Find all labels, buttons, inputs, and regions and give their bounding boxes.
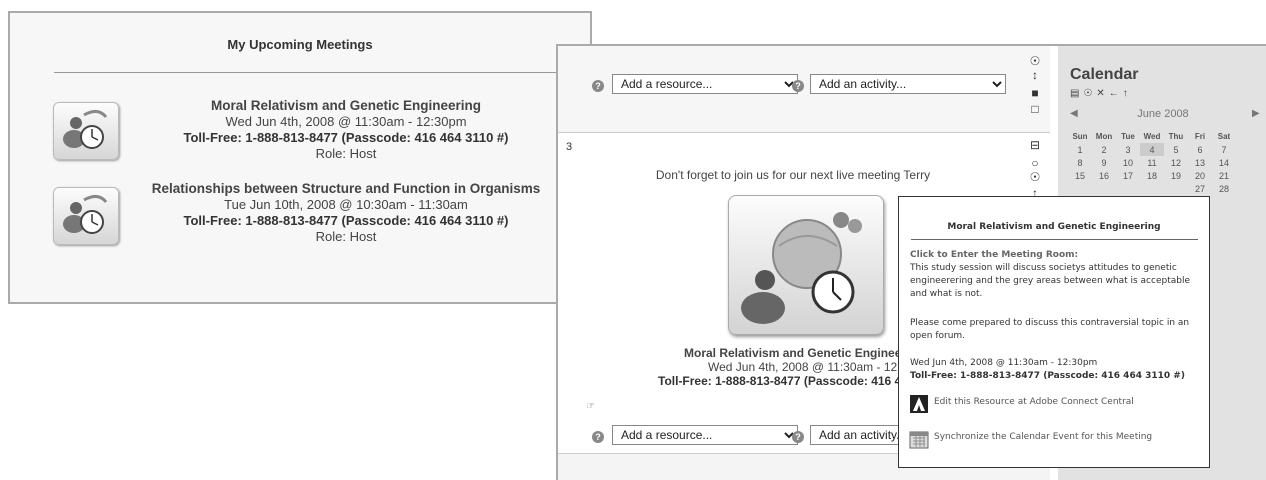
meeting-title[interactable]: Moral Relativism and Genetic Enginee xyxy=(684,346,901,360)
weekday: Tue xyxy=(1121,132,1135,141)
section-number: 3 xyxy=(566,141,573,153)
weekday: Sat xyxy=(1217,132,1231,141)
calendar-edit-icons[interactable]: ▤☉✕←↑ xyxy=(1070,88,1132,99)
section-reminder: Don't forget to join us for our next liv… xyxy=(655,168,931,182)
meeting-large-icon[interactable] xyxy=(728,195,884,335)
enter-meeting-link[interactable]: Click to Enter the Meeting Room: xyxy=(910,249,1206,262)
meeting-item[interactable]: Moral Relativism and Genetic Engineering… xyxy=(10,98,594,168)
calendar-day[interactable]: 10 xyxy=(1116,156,1140,169)
meeting-tooltip: Moral Relativism and Genetic Engineering… xyxy=(898,196,1210,468)
week-row: 15 16 17 18 19 20 21 xyxy=(1068,169,1236,182)
week-row: 8 9 10 11 12 13 14 xyxy=(1068,156,1236,169)
calendar-day[interactable]: 12 xyxy=(1164,156,1188,169)
meeting-clock-icon xyxy=(63,195,108,234)
meeting-datetime: Wed Jun 4th, 2008 @ 11:30am - 12:30pm xyxy=(225,114,467,129)
panel-title: My Upcoming Meetings xyxy=(227,37,373,52)
week-row: 1 2 3 4 5 6 7 xyxy=(1068,143,1236,156)
lock-icon[interactable]: ■ xyxy=(1028,86,1042,100)
calendar-day[interactable]: 15 xyxy=(1068,169,1092,182)
meeting-role: Role: Host xyxy=(315,146,377,161)
weekday: Wed xyxy=(1143,132,1161,141)
move-updown-icon[interactable]: ↕ xyxy=(1028,68,1042,82)
collapse-icon[interactable]: ⊟ xyxy=(1028,138,1042,152)
tooltip-datetime: Wed Jun 4th, 2008 @ 11:30am - 12:30pm xyxy=(910,358,1098,368)
week-row: 27 28 xyxy=(1068,182,1236,195)
meeting-info: Moral Relativism and Genetic Engineering… xyxy=(138,98,554,162)
calendar-day[interactable]: 17 xyxy=(1116,169,1140,182)
meeting-phone: Toll-Free: 1-888-813-8477 (Passcode: 416… xyxy=(183,213,509,228)
upcoming-meetings-panel: My Upcoming Meetings Moral Relativism an… xyxy=(8,11,592,304)
calendar-day[interactable]: 16 xyxy=(1092,169,1116,182)
calendar-day[interactable]: 3 xyxy=(1116,143,1140,156)
divider xyxy=(911,239,1198,240)
meeting-item[interactable]: Relationships between Structure and Func… xyxy=(10,181,594,251)
calendar-grid: Sun Mon Tue Wed Thu Fri Sat 1 2 3 4 5 6 … xyxy=(1068,130,1236,195)
tooltip-phone: Toll-Free: 1-888-813-8477 (Passcode: 416… xyxy=(910,371,1185,381)
calendar-day[interactable]: 5 xyxy=(1164,143,1188,156)
meeting-title[interactable]: Relationships between Structure and Func… xyxy=(138,181,554,197)
sync-calendar-link[interactable]: Synchronize the Calendar Event for this … xyxy=(934,432,1152,442)
calendar-day[interactable] xyxy=(1092,182,1116,195)
calendar-day[interactable] xyxy=(1164,182,1188,195)
calendar-day[interactable] xyxy=(1116,182,1140,195)
add-resource-select[interactable]: Add a resource... xyxy=(612,425,798,445)
eye-icon[interactable]: ☉ xyxy=(1028,54,1042,68)
meeting-info: Relationships between Structure and Func… xyxy=(138,181,554,245)
calendar-day[interactable]: 27 xyxy=(1188,182,1212,195)
calendar-day[interactable]: 1 xyxy=(1068,143,1092,156)
calendar-day[interactable]: 13 xyxy=(1188,156,1212,169)
calendar-day[interactable]: 6 xyxy=(1188,143,1212,156)
move-icon[interactable]: ☞ xyxy=(586,401,595,412)
meeting-datetime: Wed Jun 4th, 2008 @ 11:30am - 12:30 xyxy=(708,360,914,374)
calendar-day[interactable]: 14 xyxy=(1212,156,1236,169)
calendar-title: Calendar xyxy=(1070,66,1139,83)
adobe-icon[interactable] xyxy=(910,395,928,413)
meeting-clock-icon xyxy=(63,110,108,149)
calendar-day[interactable]: 18 xyxy=(1140,169,1164,182)
calendar-day[interactable]: 19 xyxy=(1164,169,1188,182)
help-icon[interactable]: ? xyxy=(592,80,604,92)
meeting-phone: Toll-Free: 1-888-813-8477 (Passcode: 416… xyxy=(658,374,908,388)
edit-resource-link[interactable]: Edit this Resource at Adobe Connect Cent… xyxy=(934,397,1134,407)
add-resource-select[interactable]: Add a resource... xyxy=(612,74,798,94)
meeting-role: Role: Host xyxy=(315,229,377,244)
calendar-day[interactable]: 21 xyxy=(1212,169,1236,182)
meeting-phone: Toll-Free: 1-888-813-8477 (Passcode: 416… xyxy=(183,130,509,145)
tooltip-title: Moral Relativism and Genetic Engineering xyxy=(947,222,1161,232)
tooltip-description: This study session will discuss societys… xyxy=(910,263,1190,299)
calendar-day[interactable]: 2 xyxy=(1092,143,1116,156)
calendar-month: June 2008 xyxy=(1137,108,1189,120)
calendar-day[interactable]: 7 xyxy=(1212,143,1236,156)
help-icon[interactable]: ? xyxy=(792,80,804,92)
calendar-day[interactable]: 8 xyxy=(1068,156,1092,169)
divider xyxy=(54,72,570,73)
calendar-sync-icon[interactable] xyxy=(909,429,929,449)
unlock-icon[interactable]: □ xyxy=(1028,102,1042,116)
course-section: ? Add a resource... ? Add an activity... xyxy=(558,46,1050,133)
calendar-day-today[interactable]: 4 xyxy=(1140,143,1164,156)
weekday: Fri xyxy=(1194,132,1206,141)
next-month-icon[interactable]: ▶ xyxy=(1252,108,1260,119)
weekday: Thu xyxy=(1168,132,1184,141)
calendar-day[interactable] xyxy=(1140,182,1164,195)
weekday: Sun xyxy=(1072,132,1088,141)
lightbulb-icon[interactable]: ○ xyxy=(1028,156,1042,170)
calendar-day[interactable]: 9 xyxy=(1092,156,1116,169)
meeting-datetime: Tue Jun 10th, 2008 @ 10:30am - 11:30am xyxy=(224,197,468,212)
calendar-day[interactable] xyxy=(1068,182,1092,195)
weekday: Mon xyxy=(1095,132,1113,141)
eye-icon[interactable]: ☉ xyxy=(1028,170,1042,184)
meeting-icon[interactable] xyxy=(53,187,119,245)
meeting-globe-clock-icon xyxy=(741,212,862,324)
calendar-day[interactable]: 11 xyxy=(1140,156,1164,169)
meeting-title[interactable]: Moral Relativism and Genetic Engineering xyxy=(138,98,554,114)
meeting-icon[interactable] xyxy=(53,102,119,160)
calendar-day[interactable]: 20 xyxy=(1188,169,1212,182)
help-icon[interactable]: ? xyxy=(792,431,804,443)
help-icon[interactable]: ? xyxy=(592,431,604,443)
calendar-day[interactable]: 28 xyxy=(1212,182,1236,195)
tooltip-prepare: Please come prepared to discuss this con… xyxy=(910,318,1190,341)
add-activity-select[interactable]: Add an activity... xyxy=(810,74,1006,94)
weekday-row: Sun Mon Tue Wed Thu Fri Sat xyxy=(1068,130,1236,143)
